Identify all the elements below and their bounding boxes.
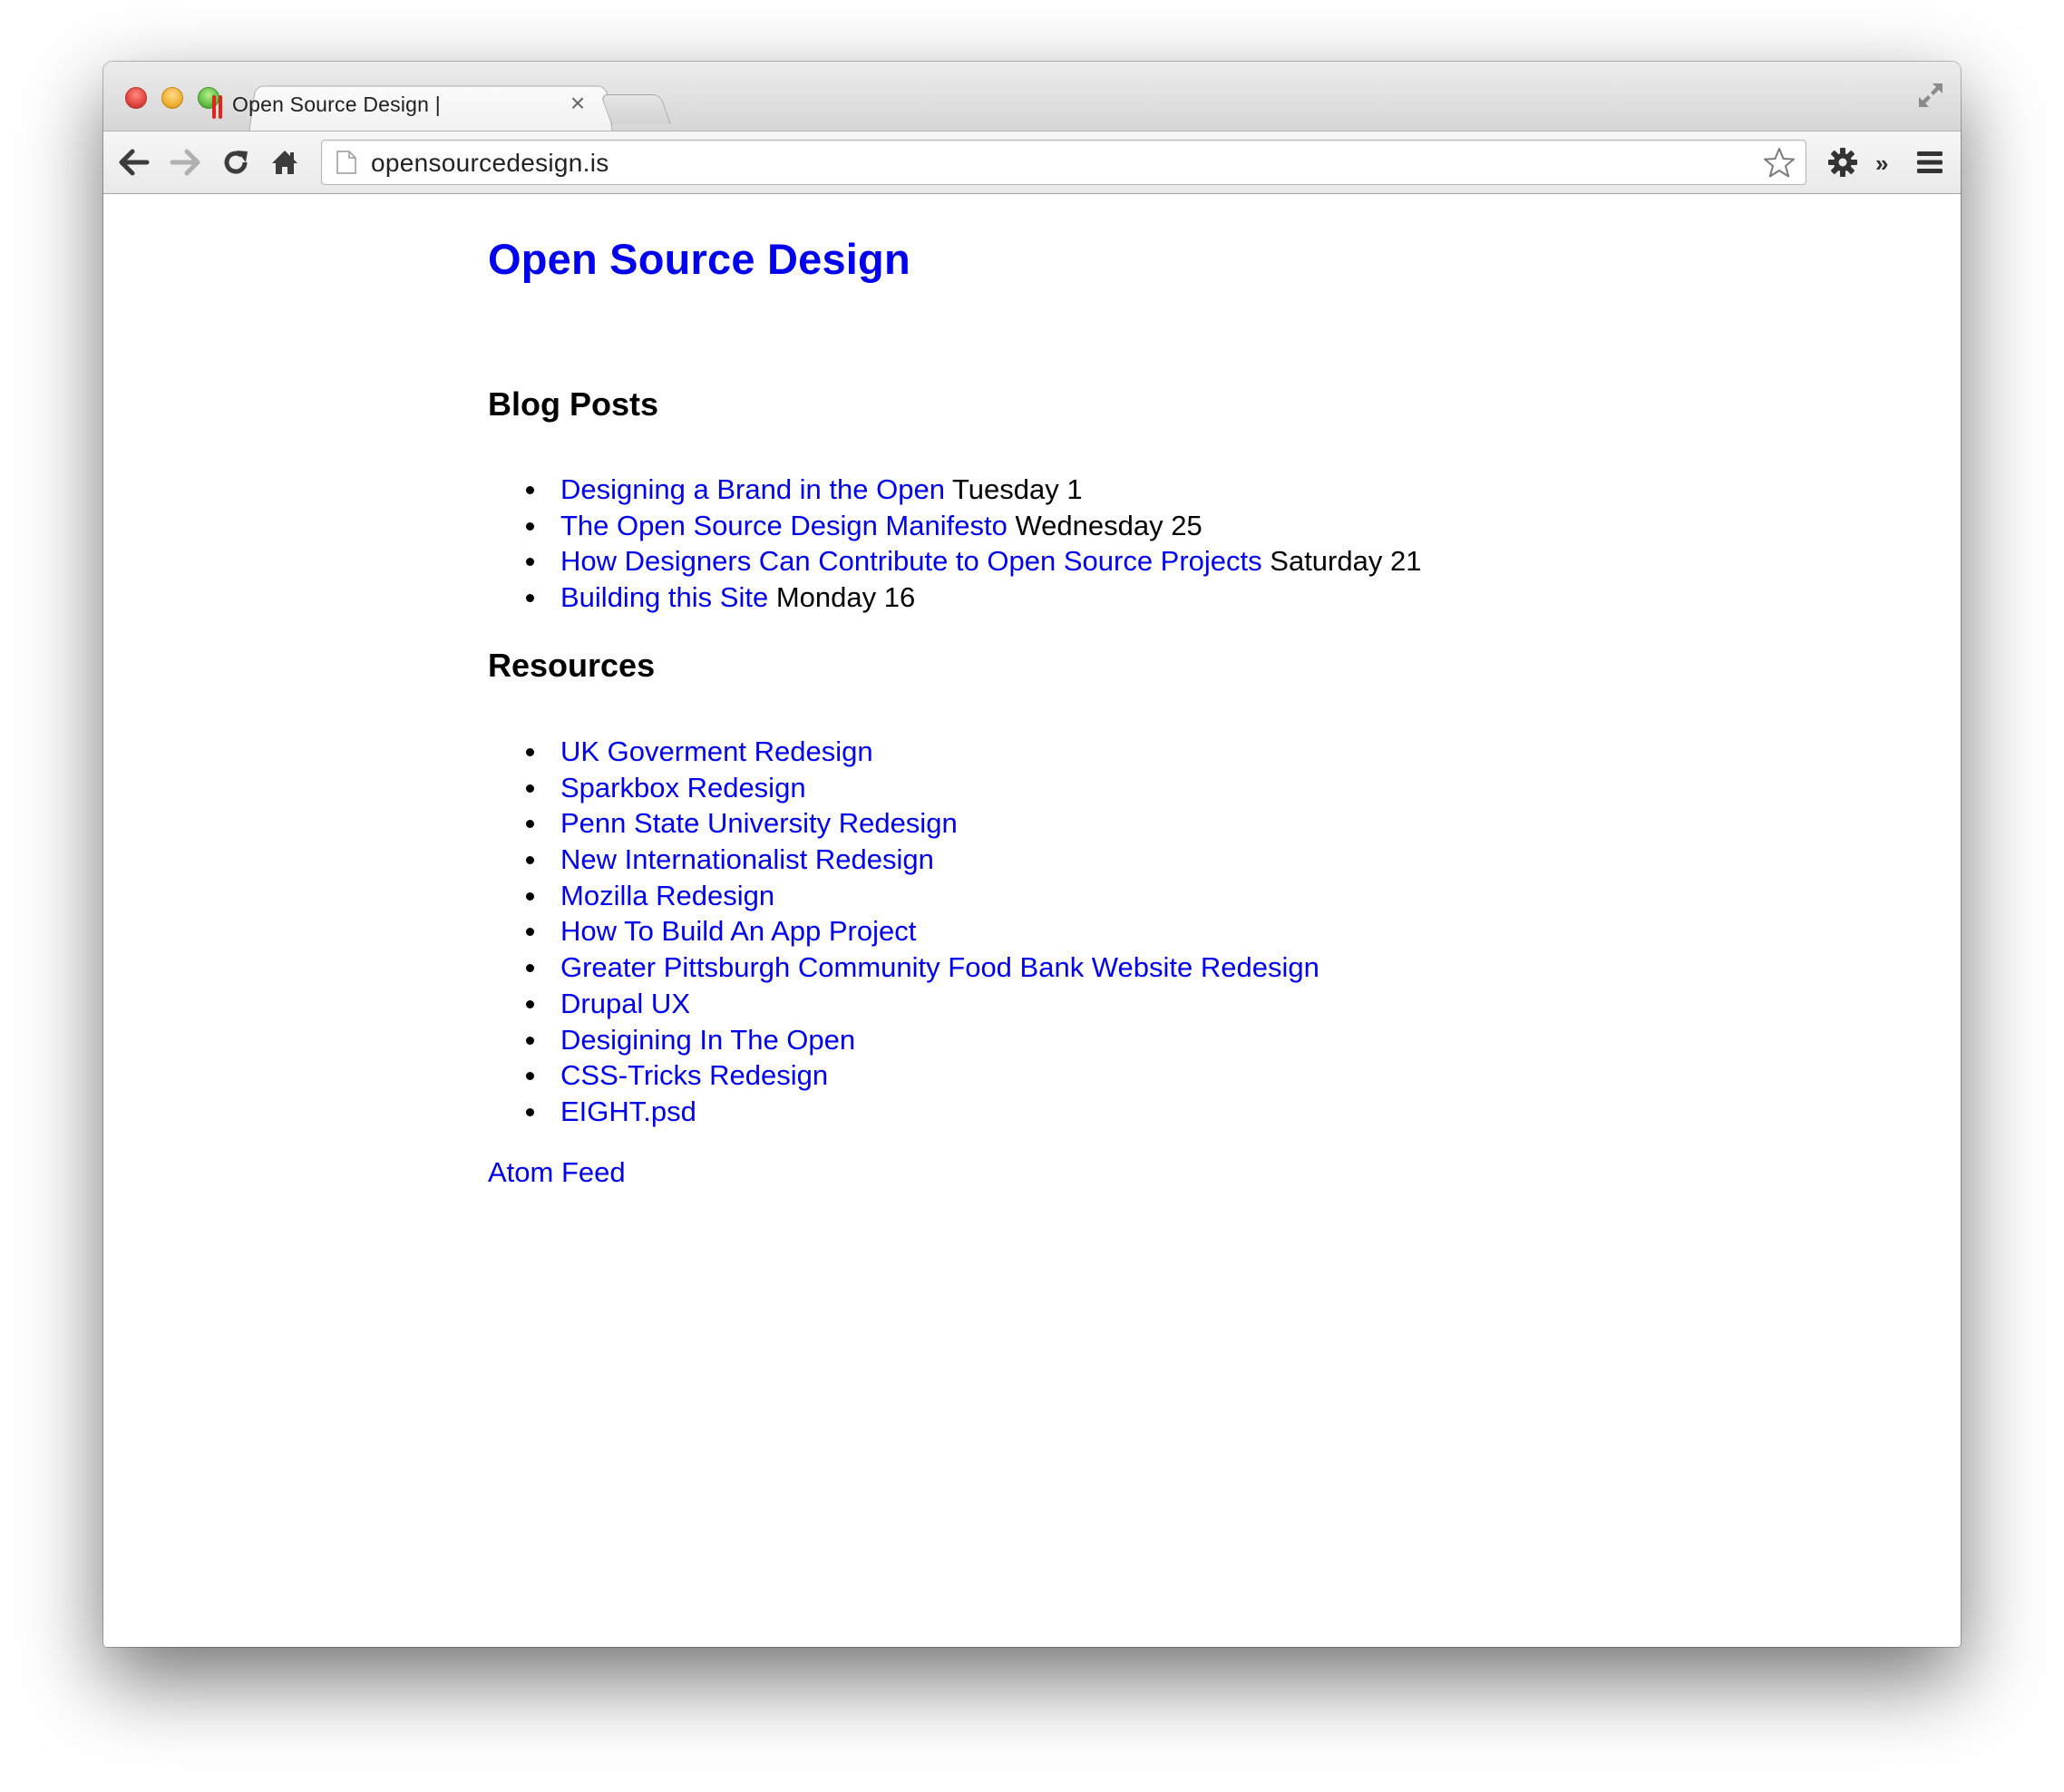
resource-item: EIGHT.psd bbox=[488, 1094, 1319, 1130]
resource-item: Desigining In The Open bbox=[488, 1022, 1319, 1058]
resource-item: Drupal UX bbox=[488, 986, 1319, 1022]
back-arrow-icon[interactable] bbox=[116, 144, 152, 180]
blog-post-link[interactable]: The Open Source Design Manifesto bbox=[560, 510, 1008, 541]
blog-post-link[interactable]: How Designers Can Contribute to Open Sou… bbox=[560, 545, 1262, 577]
resource-item: Greater Pittsburgh Community Food Bank W… bbox=[488, 950, 1319, 986]
resource-item: How To Build An App Project bbox=[488, 913, 1319, 950]
resource-link[interactable]: UK Goverment Redesign bbox=[560, 735, 873, 767]
resource-link[interactable]: CSS-Tricks Redesign bbox=[560, 1059, 828, 1091]
resource-link[interactable]: How To Build An App Project bbox=[560, 915, 916, 947]
fullscreen-icon[interactable] bbox=[1915, 80, 1946, 111]
resource-link[interactable]: Desigining In The Open bbox=[560, 1024, 855, 1056]
resource-link[interactable]: New Internationalist Redesign bbox=[560, 843, 934, 875]
blog-posts-heading: Blog Posts bbox=[488, 385, 659, 423]
tab-strip: Open Source Design | × bbox=[103, 62, 1961, 133]
reload-icon[interactable] bbox=[218, 144, 254, 180]
blog-post-date: Tuesday 1 bbox=[952, 473, 1083, 505]
resource-link[interactable]: Mozilla Redesign bbox=[560, 880, 774, 911]
favicon-icon bbox=[210, 95, 225, 119]
settings-gear-icon[interactable] bbox=[1825, 144, 1861, 180]
page-viewport: Open Source Design Blog Posts Designing … bbox=[103, 194, 1961, 1647]
resource-link[interactable]: Drupal UX bbox=[560, 988, 690, 1019]
resource-link[interactable]: Penn State University Redesign bbox=[560, 807, 958, 839]
blog-post-link[interactable]: Building this Site bbox=[560, 581, 768, 613]
resources-heading: Resources bbox=[488, 647, 656, 684]
page-icon bbox=[336, 151, 356, 174]
resource-item: Mozilla Redesign bbox=[488, 878, 1319, 914]
home-icon[interactable] bbox=[267, 144, 303, 180]
url-text[interactable]: opensourcedesign.is bbox=[371, 149, 609, 178]
tab-close-icon[interactable]: × bbox=[564, 89, 591, 118]
browser-window: Open Source Design | × opensourcedesign.… bbox=[103, 62, 1961, 1647]
blog-post-item: The Open Source Design Manifesto Wednesd… bbox=[488, 508, 1421, 544]
new-tab-button[interactable] bbox=[599, 94, 672, 124]
blog-post-date: Saturday 21 bbox=[1270, 545, 1422, 578]
blog-post-item: Building this Site Monday 16 bbox=[488, 579, 1421, 616]
browser-toolbar: opensourcedesign.is » bbox=[103, 131, 1961, 194]
resource-item: Sparkbox Redesign bbox=[488, 770, 1319, 806]
extensions-overflow-icon[interactable]: » bbox=[1875, 150, 1888, 178]
bookmark-star-icon[interactable] bbox=[1762, 146, 1796, 180]
atom-feed-link[interactable]: Atom Feed bbox=[488, 1156, 626, 1189]
resource-item: New Internationalist Redesign bbox=[488, 842, 1319, 878]
close-window-button[interactable] bbox=[125, 87, 147, 109]
resource-link[interactable]: Sparkbox Redesign bbox=[560, 772, 806, 803]
blog-post-date: Wednesday 25 bbox=[1015, 509, 1202, 541]
forward-arrow-icon[interactable] bbox=[167, 144, 203, 180]
resource-item: CSS-Tricks Redesign bbox=[488, 1057, 1319, 1094]
site-title-link[interactable]: Open Source Design bbox=[488, 234, 910, 284]
blog-post-link[interactable]: Designing a Brand in the Open bbox=[560, 473, 945, 505]
tab-title: Open Source Design | bbox=[232, 93, 441, 116]
resource-link[interactable]: Greater Pittsburgh Community Food Bank W… bbox=[560, 951, 1319, 983]
menu-icon[interactable] bbox=[1912, 144, 1948, 180]
resource-item: Penn State University Redesign bbox=[488, 805, 1319, 842]
blog-post-list: Designing a Brand in the Open Tuesday 1 … bbox=[488, 472, 1421, 616]
resources-list: UK Goverment Redesign Sparkbox Redesign … bbox=[488, 734, 1319, 1130]
minimize-window-button[interactable] bbox=[161, 87, 183, 109]
resource-item: UK Goverment Redesign bbox=[488, 734, 1319, 770]
blog-post-item: Designing a Brand in the Open Tuesday 1 bbox=[488, 472, 1421, 508]
screenshot-stage: Open Source Design | × opensourcedesign.… bbox=[0, 0, 2064, 1792]
address-bar[interactable]: opensourcedesign.is bbox=[321, 140, 1806, 185]
resource-link[interactable]: EIGHT.psd bbox=[560, 1096, 696, 1127]
blog-post-date: Monday 16 bbox=[775, 581, 916, 614]
blog-post-item: How Designers Can Contribute to Open Sou… bbox=[488, 543, 1421, 579]
